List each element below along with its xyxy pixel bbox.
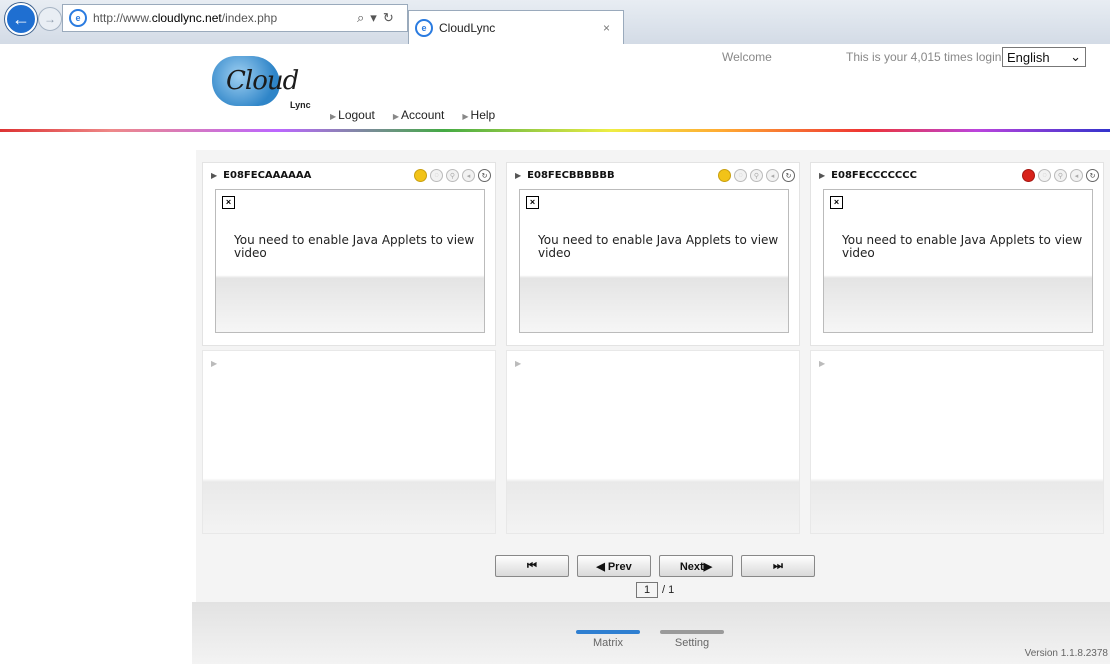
logout-link[interactable]: ▶ Logout (330, 108, 375, 122)
browser-tab[interactable]: e CloudLync × (408, 10, 624, 45)
back-arrow-icon[interactable]: ← (5, 3, 37, 35)
page-number-input[interactable]: 1 (636, 582, 658, 598)
expand-triangle-icon: ▶ (211, 359, 218, 368)
login-count: This is your 4,015 times login. (846, 50, 1005, 64)
last-page-button[interactable]: ⏭ (741, 555, 815, 577)
zoom-icon[interactable]: ⚲ (750, 169, 763, 182)
ie-icon: e (69, 9, 87, 27)
java-message: You need to enable Java Applets to view … (842, 233, 1083, 260)
expand-triangle-icon: ▶ (515, 170, 522, 180)
tab-setting[interactable]: Setting (660, 630, 724, 649)
tab-matrix[interactable]: Matrix (576, 630, 640, 649)
empty-camera-slot[interactable]: ▶ (506, 350, 800, 534)
first-page-button[interactable]: ⏮ (495, 555, 569, 577)
account-link[interactable]: ▶ Account (393, 108, 445, 122)
refresh-icon[interactable]: ↻ (478, 169, 491, 182)
video-area[interactable]: × You need to enable Java Applets to vie… (215, 189, 485, 333)
empty-camera-slot[interactable]: ▶ (810, 350, 1104, 534)
expand-triangle-icon: ▶ (515, 359, 522, 368)
address-bar[interactable]: e http://www.cloudlync.net/index.php ⌕ ▾… (62, 4, 408, 32)
camera-panel: ▶ E08FECAAAAAA ◌ ⚲ ◂ ↻ × You need to enab… (202, 162, 496, 346)
rainbow-divider (0, 129, 1110, 132)
search-icon[interactable]: ⌕ (357, 10, 364, 26)
setting-tab-label: Setting (674, 637, 710, 649)
welcome-text: Welcome (722, 50, 772, 64)
help-link[interactable]: ▶ Help (462, 108, 495, 122)
pager: ⏮ ◀ Prev Next▶ ⏭ (495, 555, 815, 577)
refresh-page-icon[interactable]: ↻ (383, 10, 394, 26)
empty-camera-slot[interactable]: ▶ (202, 350, 496, 534)
prev-page-button[interactable]: ◀ Prev (577, 555, 651, 577)
top-nav: ▶ Logout ▶ Account ▶ Help (330, 108, 495, 122)
java-message: You need to enable Java Applets to view … (234, 233, 475, 260)
refresh-icon[interactable]: ↻ (782, 169, 795, 182)
dropdown-icon[interactable]: ▾ (370, 10, 377, 26)
ie-tab-icon: e (415, 19, 433, 37)
broken-image-icon: × (830, 196, 843, 209)
snapshot-icon[interactable]: ◌ (734, 169, 747, 182)
page-total: / 1 (662, 584, 675, 596)
matrix-tab-bar (576, 630, 640, 634)
forward-arrow-icon[interactable]: → (38, 7, 62, 31)
audio-icon[interactable]: ◂ (766, 169, 779, 182)
expand-triangle-icon: ▶ (819, 359, 826, 368)
camera-id: E08FECCCCCCC (831, 169, 917, 181)
footer: Matrix Setting Version 1.1.8.2378 (192, 602, 1110, 664)
expand-triangle-icon: ▶ (819, 170, 826, 180)
url-text[interactable]: http://www.cloudlync.net/index.php (93, 11, 357, 25)
site-header: Cloud Lync ▶ Logout ▶ Account ▶ Help Welcom… (0, 44, 1110, 130)
version-text: Version 1.1.8.2378 (1024, 648, 1108, 659)
tab-close-icon[interactable]: × (603, 21, 623, 35)
camera-matrix: ▶ E08FECAAAAAA ◌ ⚲ ◂ ↻ × You need to enab… (196, 150, 1110, 602)
camera-controls: ◌ ⚲ ◂ ↻ (414, 169, 491, 182)
address-tools: ⌕ ▾ ↻ (357, 10, 407, 26)
broken-image-icon: × (222, 196, 235, 209)
browser-toolbar: ← → e http://www.cloudlync.net/index.php… (0, 0, 1110, 45)
snapshot-icon[interactable]: ◌ (430, 169, 443, 182)
chevron-down-icon: ⌄ (1070, 49, 1081, 64)
next-page-button[interactable]: Next▶ (659, 555, 733, 577)
snapshot-icon[interactable]: ◌ (1038, 169, 1051, 182)
broken-image-icon: × (526, 196, 539, 209)
camera-panel: ▶ E08FECCCCCCC ◌ ⚲ ◂ ↻ × You need to enab… (810, 162, 1104, 346)
video-area[interactable]: × You need to enable Java Applets to vie… (519, 189, 789, 333)
matrix-tab-label: Matrix (593, 637, 623, 649)
camera-id: E08FECBBBBBB (527, 169, 615, 181)
logo-sub: Lync (290, 100, 311, 110)
audio-icon[interactable]: ◂ (1070, 169, 1083, 182)
tab-title: CloudLync (439, 21, 496, 35)
zoom-icon[interactable]: ⚲ (1054, 169, 1067, 182)
camera-controls: ◌ ⚲ ◂ ↻ (1022, 169, 1099, 182)
video-area[interactable]: × You need to enable Java Applets to vie… (823, 189, 1093, 333)
status-light-icon (414, 169, 427, 182)
logo-text: Cloud (226, 66, 299, 96)
status-light-icon (1022, 169, 1035, 182)
audio-icon[interactable]: ◂ (462, 169, 475, 182)
status-light-icon (718, 169, 731, 182)
language-select[interactable]: English ⌄ (1002, 47, 1086, 67)
java-message: You need to enable Java Applets to view … (538, 233, 779, 260)
setting-tab-bar (660, 630, 724, 634)
camera-controls: ◌ ⚲ ◂ ↻ (718, 169, 795, 182)
camera-id: E08FECAAAAAA (223, 169, 312, 181)
language-value: English (1007, 49, 1050, 65)
refresh-icon[interactable]: ↻ (1086, 169, 1099, 182)
page-info: 1 / 1 (636, 582, 674, 598)
camera-panel: ▶ E08FECBBBBBB ◌ ⚲ ◂ ↻ × You need to enab… (506, 162, 800, 346)
zoom-icon[interactable]: ⚲ (446, 169, 459, 182)
expand-triangle-icon: ▶ (211, 170, 218, 180)
